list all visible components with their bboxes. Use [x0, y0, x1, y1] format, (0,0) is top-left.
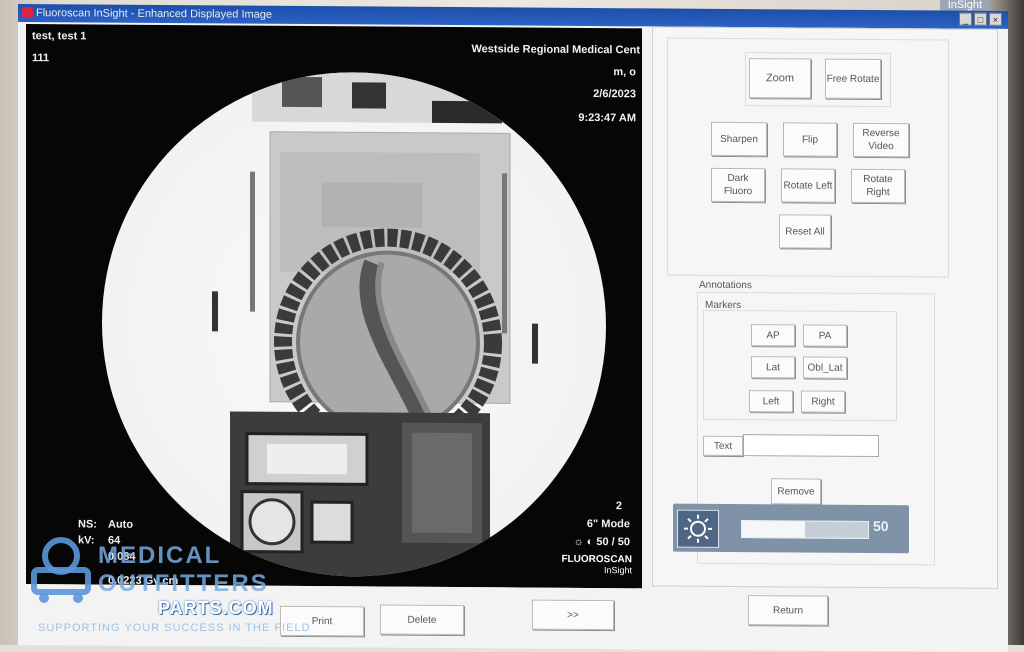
logo-subtext: InSight [561, 565, 632, 576]
study-time: 9:23:47 AM [578, 112, 636, 124]
window-title: Fluoroscan InSight - Enhanced Displayed … [36, 7, 272, 21]
watermark: MEDICAL OUTFITTERS PARTS.COM SUPPORTING … [28, 536, 358, 636]
minimize-button[interactable]: _ [959, 13, 972, 26]
patient-id: 111 [32, 52, 49, 64]
watermark-line1: MEDICAL [98, 542, 221, 570]
text-annotation-button[interactable]: Text [703, 436, 743, 456]
flip-button[interactable]: Flip [783, 122, 837, 156]
maximize-button[interactable]: □ [974, 13, 987, 26]
brightness-value: 50 [873, 518, 889, 534]
fluoroscan-logo: FLUOROSCAN InSight [561, 554, 632, 576]
marker-obl-lat-button[interactable]: Obl_Lat [803, 356, 847, 378]
sun-icon [683, 514, 713, 544]
window-controls: _ □ × [959, 13, 1002, 26]
next-button[interactable]: >> [532, 600, 614, 631]
logo-text: FLUOROSCAN [561, 554, 632, 565]
patient-name: test, test 1 [32, 30, 86, 42]
rotate-left-button[interactable]: Rotate Left [781, 168, 835, 202]
annotation-text-input[interactable] [743, 434, 879, 457]
watermark-line2: OUTFITTERS [98, 570, 269, 598]
ns-value: Auto [108, 519, 133, 531]
rotate-right-button[interactable]: Rotate Right [851, 169, 905, 203]
brightness-slider[interactable] [741, 520, 869, 539]
control-panel: Zoom Free Rotate Sharpen Flip Reverse Vi… [652, 26, 998, 588]
fluoro-image [102, 71, 606, 579]
app-icon [22, 7, 33, 18]
brightness-contrast-readout: ☼ ◐ 50 / 50 [574, 536, 630, 548]
zoom-button[interactable]: Zoom [749, 58, 811, 98]
watermark-tagline: SUPPORTING YOUR SUCCESS IN THE FIELD [38, 622, 311, 634]
watermark-logo-icon [28, 536, 94, 606]
ns-label: NS: [78, 518, 97, 530]
delete-button[interactable]: Delete [380, 605, 464, 636]
brightness-slider-fill [742, 521, 805, 537]
brightness-button[interactable] [677, 510, 719, 548]
image-viewport[interactable]: test, test 1 111 Westside Regional Medic… [26, 24, 642, 588]
marker-ap-button[interactable]: AP [751, 324, 795, 346]
xray-device-image [102, 71, 606, 579]
watermark-line3: PARTS.COM [158, 598, 274, 619]
image-number: 2 [616, 500, 622, 512]
reverse-video-button[interactable]: Reverse Video [853, 123, 909, 157]
operator-initials: m, o [613, 66, 636, 78]
institution-name: Westside Regional Medical Cent [471, 43, 640, 56]
marker-pa-button[interactable]: PA [803, 324, 847, 346]
sharpen-button[interactable]: Sharpen [711, 122, 767, 156]
remove-button[interactable]: Remove [771, 478, 821, 504]
brightness-control: 50 [673, 504, 909, 554]
reset-all-button[interactable]: Reset All [779, 214, 831, 248]
marker-right-button[interactable]: Right [801, 390, 845, 412]
close-button[interactable]: × [989, 13, 1002, 26]
return-button[interactable]: Return [748, 595, 828, 626]
free-rotate-button[interactable]: Free Rotate [825, 59, 881, 99]
field-mode: 6" Mode [587, 518, 630, 530]
annotations-label: Annotations [699, 280, 752, 291]
dark-fluoro-button[interactable]: Dark Fluoro [711, 168, 765, 202]
marker-lat-button[interactable]: Lat [751, 356, 795, 378]
study-date: 2/6/2023 [593, 88, 636, 100]
markers-group [703, 310, 897, 421]
marker-left-button[interactable]: Left [749, 390, 793, 412]
